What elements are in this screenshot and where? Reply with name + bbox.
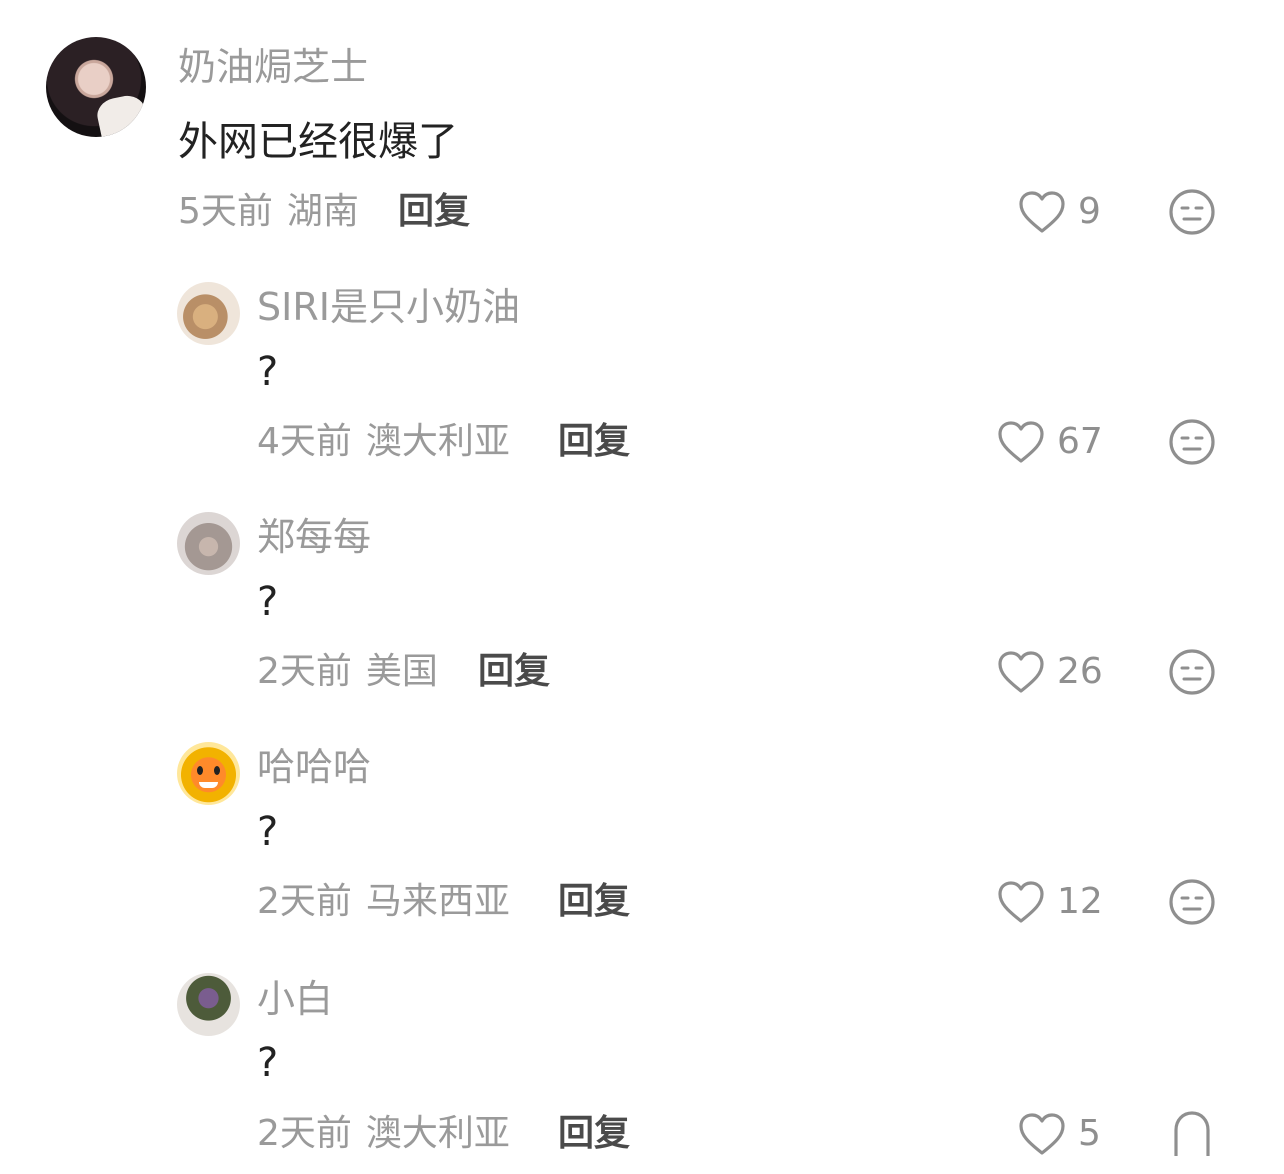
avatar[interactable]: [177, 742, 240, 805]
like-button[interactable]: 5: [1018, 1112, 1101, 1156]
meh-face-icon: [1169, 419, 1215, 465]
comment-time: 4天前: [257, 421, 352, 462]
comment-location: 澳大利亚: [365, 421, 510, 462]
meh-face-icon: [1174, 1111, 1210, 1156]
comment-meta: 2天前 马来西亚: [257, 884, 510, 920]
heart-icon: [998, 881, 1044, 923]
reply-button[interactable]: 回复: [398, 194, 470, 230]
comment-username[interactable]: SIRI是只小奶油: [257, 288, 520, 326]
comment-time: 2天前: [257, 881, 352, 922]
comment-meta: 5天前 湖南: [178, 194, 359, 230]
avatar[interactable]: [177, 512, 240, 575]
dislike-button[interactable]: [1168, 648, 1216, 696]
like-count: 26: [1057, 651, 1103, 692]
comment-time: 5天前: [178, 191, 273, 232]
meh-face-icon: [1169, 879, 1215, 925]
like-count: 67: [1057, 421, 1103, 462]
comment-text: ?: [257, 809, 279, 855]
comment-text: 外网已经很爆了: [178, 119, 458, 165]
meh-face-icon: [1169, 189, 1215, 235]
avatar[interactable]: [177, 973, 240, 1036]
reply-button[interactable]: 回复: [558, 884, 630, 920]
comment-username[interactable]: 奶油焗芝士: [178, 48, 368, 86]
comment-location: 美国: [365, 651, 438, 692]
dislike-button[interactable]: [1168, 418, 1216, 466]
comment-time: 2天前: [257, 651, 352, 692]
comment-username[interactable]: 郑每每: [257, 518, 371, 556]
dislike-button[interactable]: [1168, 188, 1216, 236]
reply-button[interactable]: 回复: [478, 654, 550, 690]
comment-time: 2天前: [257, 1113, 352, 1154]
dislike-button[interactable]: [1172, 1110, 1212, 1158]
comment-meta: 2天前 澳大利亚: [257, 1116, 510, 1152]
comment-username[interactable]: 小白: [257, 980, 333, 1018]
comment-location: 马来西亚: [365, 881, 510, 922]
like-button[interactable]: 12: [997, 880, 1103, 924]
like-button[interactable]: 67: [997, 420, 1103, 464]
comment-meta: 2天前 美国: [257, 654, 438, 690]
reply-button[interactable]: 回复: [558, 1116, 630, 1152]
comment-location: 湖南: [286, 191, 359, 232]
heart-icon: [1019, 1113, 1065, 1155]
heart-icon: [1019, 191, 1065, 233]
comment-text: ?: [257, 349, 279, 395]
avatar[interactable]: [177, 282, 240, 345]
like-button[interactable]: 9: [1018, 190, 1101, 234]
comment-text: ?: [257, 579, 279, 625]
like-count: 12: [1057, 881, 1103, 922]
comment-username[interactable]: 哈哈哈: [257, 748, 371, 786]
meh-face-icon: [1169, 649, 1215, 695]
like-count: 9: [1078, 191, 1101, 232]
heart-icon: [998, 421, 1044, 463]
avatar[interactable]: [46, 37, 146, 137]
comment-meta: 4天前 澳大利亚: [257, 424, 510, 460]
comment-location: 澳大利亚: [365, 1113, 510, 1154]
comment-text: ?: [257, 1040, 279, 1086]
dislike-button[interactable]: [1168, 878, 1216, 926]
like-button[interactable]: 26: [997, 650, 1103, 694]
heart-icon: [998, 651, 1044, 693]
reply-button[interactable]: 回复: [558, 424, 630, 460]
like-count: 5: [1078, 1113, 1101, 1154]
